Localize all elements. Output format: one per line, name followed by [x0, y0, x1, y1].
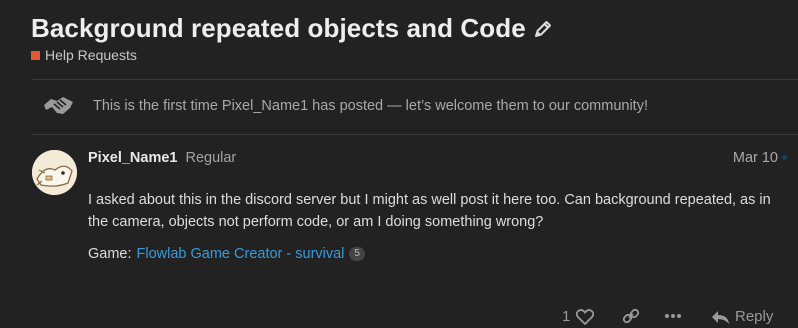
post-date[interactable]: Mar 10 [733, 150, 778, 166]
divider [31, 79, 798, 80]
first-post-notice-text: This is the first time Pixel_Name1 has p… [93, 98, 648, 114]
post-body: I asked about this in the discord server… [88, 192, 771, 230]
game-label: Game: [88, 246, 132, 262]
reply-label: Reply [735, 308, 774, 325]
heart-icon [576, 308, 595, 325]
category-label: Help Requests [45, 47, 137, 63]
post-meta: Pixel_Name1 Regular [88, 150, 236, 166]
divider [31, 134, 798, 135]
post-actions: 1 Reply [0, 308, 798, 328]
category-color-swatch [31, 50, 40, 60]
topic-title: Background repeated objects and Code [31, 13, 526, 43]
reply-button[interactable]: Reply [710, 308, 773, 325]
link-icon[interactable] [622, 308, 640, 324]
link-click-count: 5 [349, 247, 365, 261]
first-post-notice: This is the first time Pixel_Name1 has p… [42, 93, 648, 119]
reply-icon [712, 310, 729, 324]
post-username[interactable]: Pixel_Name1 [88, 150, 177, 166]
post-user-title: Regular [185, 150, 237, 166]
like-count: 1 [562, 308, 571, 325]
more-options-icon[interactable] [664, 308, 682, 324]
post-game-line: Game: Flowlab Game Creator - survival 5 [88, 246, 365, 262]
handshake-icon [42, 93, 75, 119]
like-button[interactable]: 1 [562, 308, 595, 325]
game-link[interactable]: Flowlab Game Creator - survival [137, 246, 345, 262]
avatar[interactable] [32, 150, 77, 195]
unread-indicator [782, 155, 787, 160]
topic-title-row: Background repeated objects and Code [31, 13, 553, 44]
category-badge[interactable]: Help Requests [31, 47, 137, 63]
pencil-icon[interactable] [533, 19, 553, 39]
